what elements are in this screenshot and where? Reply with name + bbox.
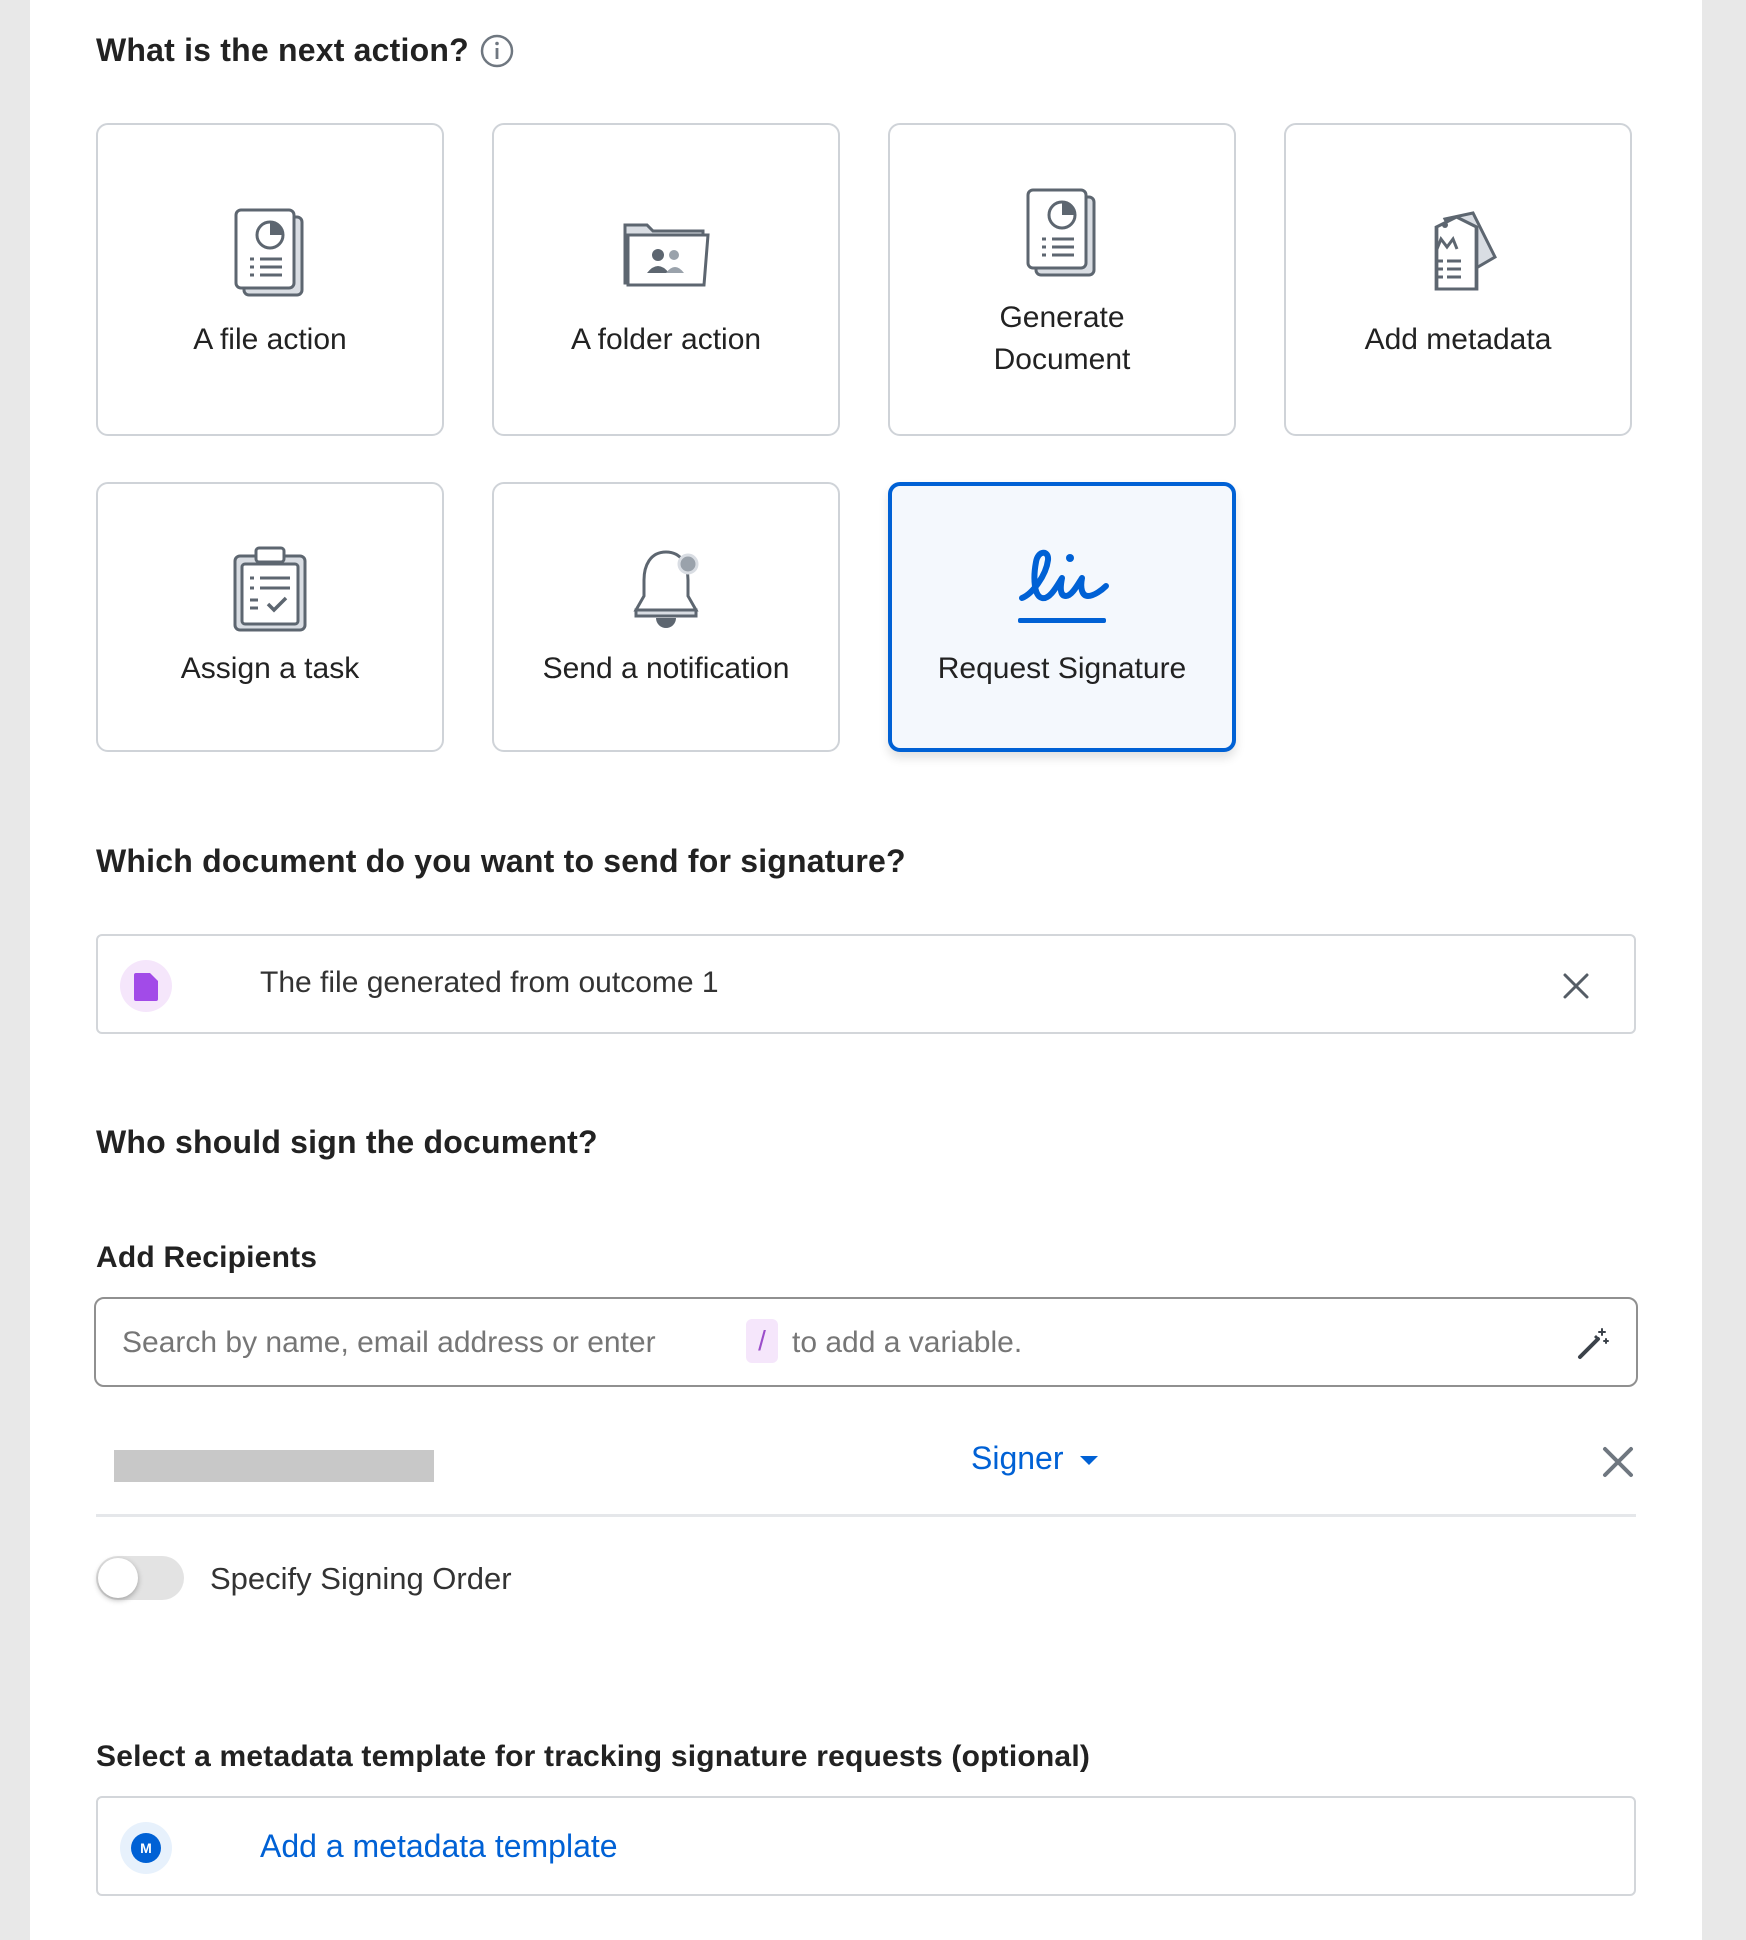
document-generate-icon [1026, 188, 1096, 277]
option-send-notification[interactable]: Send a notification [492, 482, 840, 752]
caret-down-icon [1079, 1456, 1098, 1466]
metadata-badge: M [120, 1822, 172, 1874]
option-request-signature[interactable]: Request Signature [888, 482, 1236, 752]
recipients-search-input[interactable]: Search by name, email address or enter /… [94, 1297, 1638, 1387]
folder-people-icon [623, 223, 710, 287]
next-action-heading: What is the next action? [96, 32, 469, 68]
option-label: A folder action [570, 323, 762, 356]
option-label: Generate Document [993, 301, 1131, 376]
close-icon[interactable] [1560, 970, 1592, 1002]
add-metadata-template-link[interactable]: Add a metadata template [260, 1828, 618, 1865]
clipboard-task-icon [233, 546, 307, 632]
option-label: Assign a task [180, 652, 360, 685]
metadata-tag-icon [1434, 211, 1497, 291]
search-placeholder-suffix: to add a variable. [792, 1326, 1023, 1359]
info-circle-icon[interactable] [480, 34, 514, 68]
option-generate-document[interactable]: Generate Document [888, 123, 1236, 436]
role-value: Signer [971, 1440, 1064, 1476]
document-field[interactable]: The file generated from outcome 1 [96, 934, 1636, 1034]
metadata-heading: Select a metadata template for tracking … [96, 1740, 1091, 1773]
option-add-metadata[interactable]: Add metadata [1284, 123, 1632, 436]
bell-icon [633, 550, 699, 628]
search-placeholder: Search by name, email address or enter [122, 1326, 656, 1359]
workflow-panel: What is the next action? A file action A… [30, 0, 1702, 1940]
file-icon [134, 973, 158, 1001]
magic-wand-icon[interactable] [1574, 1325, 1610, 1361]
add-recipients-label: Add Recipients [96, 1241, 318, 1274]
option-assign-task[interactable]: Assign a task [96, 482, 444, 752]
document-heading: Which document do you want to send for s… [96, 843, 906, 879]
option-file-action[interactable]: A file action [96, 123, 444, 436]
signing-order-label: Specify Signing Order [210, 1561, 512, 1596]
recipient-name-redacted [114, 1450, 434, 1482]
metadata-template-field[interactable]: M Add a metadata template [96, 1796, 1636, 1896]
recipient-row: Signer [96, 1420, 1636, 1517]
metadata-m-icon: M [131, 1833, 161, 1863]
document-value: The file generated from outcome 1 [260, 966, 719, 999]
option-label: Add metadata [1364, 323, 1552, 356]
variable-key-chip: / [746, 1319, 778, 1363]
signature-icon [1018, 549, 1109, 623]
option-label: Send a notification [542, 652, 790, 685]
remove-recipient-icon[interactable] [1600, 1444, 1636, 1480]
signing-order-toggle[interactable] [96, 1556, 184, 1600]
file-badge [120, 960, 172, 1012]
option-label: Request Signature [937, 652, 1187, 685]
option-folder-action[interactable]: A folder action [492, 123, 840, 436]
signers-heading: Who should sign the document? [96, 1124, 598, 1160]
toggle-knob [98, 1558, 138, 1598]
option-label: A file action [193, 323, 347, 356]
file-report-icon [234, 208, 304, 297]
role-dropdown[interactable]: Signer [971, 1440, 1098, 1477]
